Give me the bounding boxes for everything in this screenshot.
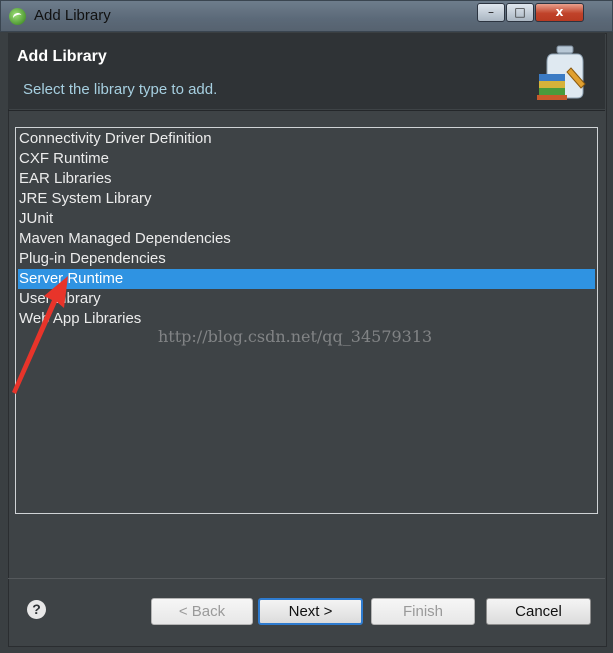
list-item[interactable]: EAR Libraries bbox=[18, 169, 595, 189]
header-divider bbox=[8, 110, 605, 111]
list-item[interactable]: Maven Managed Dependencies bbox=[18, 229, 595, 249]
back-button[interactable]: < Back bbox=[151, 598, 253, 625]
library-jar-icon bbox=[537, 45, 586, 100]
minimize-button[interactable]: – bbox=[477, 3, 505, 22]
window-title: Add Library bbox=[34, 7, 111, 24]
list-item[interactable]: CXF Runtime bbox=[18, 149, 595, 169]
list-item[interactable]: User Library bbox=[18, 289, 595, 309]
close-button[interactable]: x bbox=[535, 3, 584, 22]
list-item[interactable]: JRE System Library bbox=[18, 189, 595, 209]
watermark: http://blog.csdn.net/qq_34579313 bbox=[158, 327, 433, 346]
dialog-header-title: Add Library bbox=[17, 48, 107, 65]
list-item-selected[interactable]: Server Runtime bbox=[18, 269, 595, 289]
list-item[interactable]: Plug-in Dependencies bbox=[18, 249, 595, 269]
library-type-list[interactable]: Connectivity Driver Definition CXF Runti… bbox=[15, 127, 598, 514]
dialog-header-description: Select the library type to add. bbox=[23, 81, 218, 98]
list-item[interactable]: Connectivity Driver Definition bbox=[18, 129, 595, 149]
list-item[interactable]: JUnit bbox=[18, 209, 595, 229]
spring-app-icon bbox=[9, 8, 26, 25]
cancel-button[interactable]: Cancel bbox=[486, 598, 591, 625]
finish-button[interactable]: Finish bbox=[371, 598, 475, 625]
next-button[interactable]: Next > bbox=[258, 598, 363, 625]
footer-divider bbox=[8, 578, 605, 579]
maximize-button[interactable]: □ bbox=[506, 3, 534, 22]
list-item[interactable]: Web App Libraries bbox=[18, 309, 595, 329]
window-titlebar[interactable]: Add Library – □ x bbox=[0, 0, 613, 32]
help-icon[interactable]: ? bbox=[27, 600, 46, 619]
